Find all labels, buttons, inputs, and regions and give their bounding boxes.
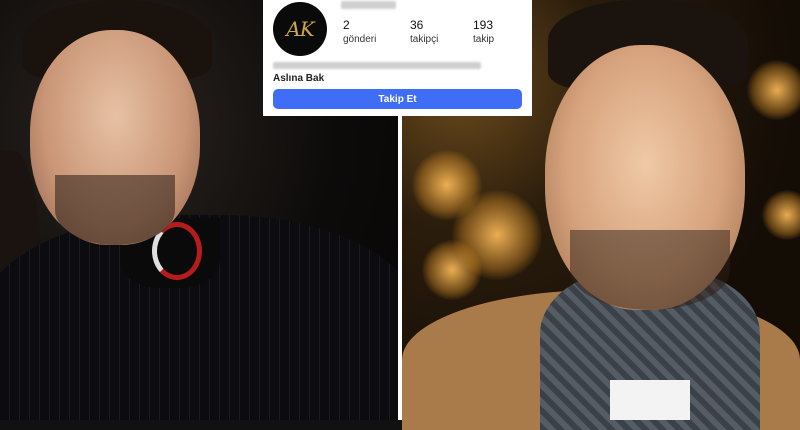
bokeh-light — [747, 60, 800, 120]
stat-following-label: takip — [473, 34, 495, 45]
beard — [55, 175, 175, 245]
blurred-bio — [273, 62, 481, 69]
bio-text: Aslına Bak — [273, 73, 325, 84]
follow-button[interactable]: Takip Et — [273, 89, 522, 109]
stat-following[interactable]: 193 takip — [473, 18, 494, 45]
profile-avatar[interactable]: AK — [273, 2, 327, 56]
white-shirt — [610, 380, 690, 420]
stat-following-value: 193 — [473, 18, 494, 32]
stat-posts-value: 2 — [343, 18, 350, 32]
bokeh-light — [422, 240, 482, 300]
blurred-username — [341, 1, 396, 9]
stat-followers[interactable]: 36 takipçi — [410, 18, 438, 45]
bokeh-light — [762, 190, 800, 240]
stat-posts[interactable]: 2 gönderi — [343, 18, 376, 45]
stat-posts-label: gönderi — [343, 34, 377, 45]
beard — [570, 230, 730, 310]
stat-followers-label: takipçi — [410, 34, 439, 45]
avatar-monogram: AK — [286, 17, 314, 41]
stat-followers-value: 36 — [410, 18, 424, 32]
profile-card: AK 2 gönderi 36 takipçi 193 takip Aslına… — [263, 0, 532, 116]
